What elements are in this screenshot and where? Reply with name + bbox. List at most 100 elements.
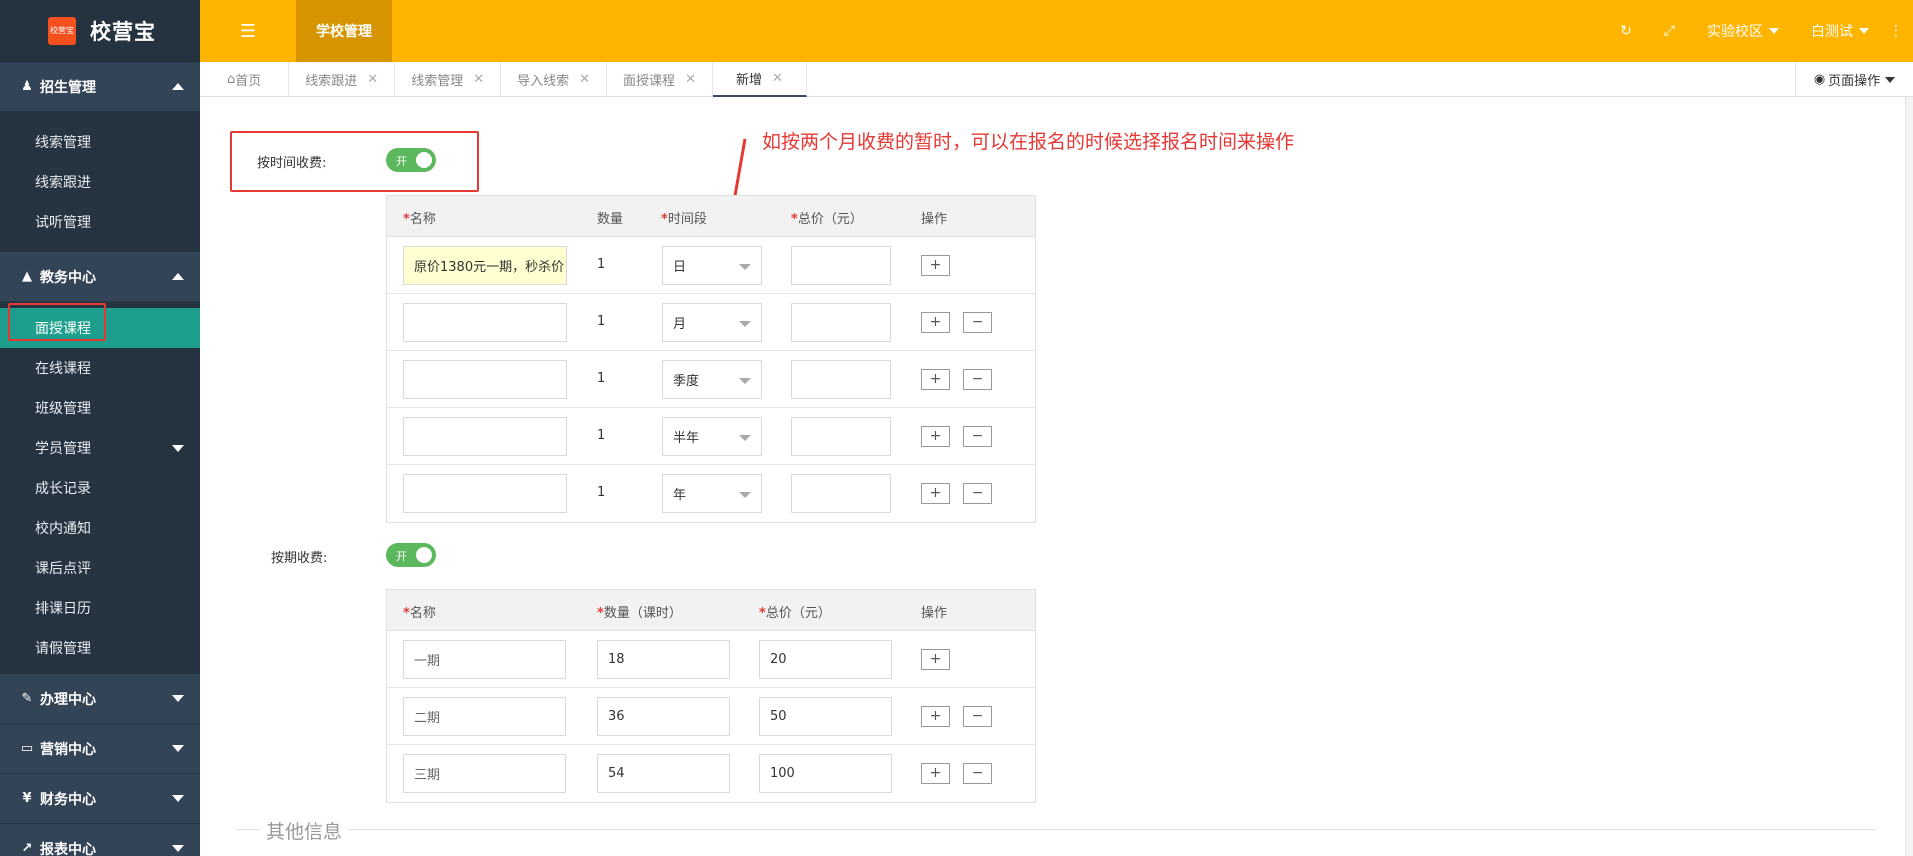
tab-home[interactable]: ⌂ 首页 xyxy=(200,62,290,97)
user-dropdown[interactable]: 白测试 xyxy=(1795,0,1885,62)
nav-group-academic[interactable]: ▲ 教务中心 xyxy=(0,252,200,302)
home-icon: ⌂ xyxy=(227,72,236,87)
close-icon[interactable]: ✕ xyxy=(685,72,696,87)
tab-new[interactable]: 新增 ✕ xyxy=(712,62,807,97)
period-select[interactable]: 年 xyxy=(662,474,762,513)
time-charge-switch[interactable]: 开 xyxy=(386,148,436,172)
header-title[interactable]: 学校管理 xyxy=(296,0,392,62)
nav-group-label: 报表中心 xyxy=(40,841,96,856)
scrollbar[interactable] xyxy=(1905,97,1913,856)
name-input[interactable] xyxy=(403,417,567,456)
page-tabs: ⌂ 首页 线索跟进 ✕ 线索管理 ✕ 导入线索 ✕ 面授课程 ✕ 新增 ✕ ◉ 页面操作 xyxy=(200,62,1913,97)
menu-toggle-button[interactable]: ☰ xyxy=(200,0,296,62)
graduation-cap-icon: ▲ xyxy=(22,269,32,284)
nav-group-label: 营销中心 xyxy=(40,741,96,758)
header-actions: ↻ ⤢ 实验校区 白测试 ⋮ xyxy=(1604,0,1913,62)
nav-sub-academic: 面授课程 在线课程 班级管理 学员管理 成长记录 校内通知 课后点评 排课日历 … xyxy=(0,302,200,674)
term-name-input[interactable]: 三期 xyxy=(403,754,566,793)
term-name-input[interactable]: 二期 xyxy=(403,697,566,736)
price-input[interactable] xyxy=(791,360,891,399)
name-input[interactable] xyxy=(403,303,567,342)
top-header: ☰ 学校管理 ↻ ⤢ 实验校区 白测试 ⋮ xyxy=(200,0,1913,62)
fullscreen-button[interactable]: ⤢ xyxy=(1648,0,1691,62)
name-input[interactable]: 原价1380元一期，秒杀价 xyxy=(403,246,567,285)
price-input[interactable]: 100 xyxy=(759,754,892,793)
period-select[interactable]: 日 xyxy=(662,246,762,285)
add-row-button[interactable]: + xyxy=(921,706,950,727)
campus-dropdown[interactable]: 实验校区 xyxy=(1691,0,1795,62)
page-operations-dropdown[interactable]: ◉ 页面操作 xyxy=(1795,62,1913,97)
price-input[interactable]: 50 xyxy=(759,697,892,736)
term-charge-label: 按期收费: xyxy=(271,551,328,566)
add-row-button[interactable]: + xyxy=(921,483,950,504)
add-row-button[interactable]: + xyxy=(921,649,950,670)
close-icon[interactable]: ✕ xyxy=(473,72,484,87)
col-ops: 操作 xyxy=(921,212,948,227)
remove-row-button[interactable]: − xyxy=(963,763,992,784)
nav-group-marketing[interactable]: ▭ 营销中心 xyxy=(0,724,200,774)
qty-value: 1 xyxy=(597,371,606,386)
name-input[interactable] xyxy=(403,360,567,399)
close-icon[interactable]: ✕ xyxy=(772,71,783,86)
sidebar-item-trial-management[interactable]: 试听管理 xyxy=(0,202,200,242)
sidebar-item-school-notice[interactable]: 校内通知 xyxy=(0,508,200,548)
remove-row-button[interactable]: − xyxy=(963,706,992,727)
hours-input[interactable]: 18 xyxy=(597,640,730,679)
sidebar-item-online-courses[interactable]: 在线课程 xyxy=(0,348,200,388)
refresh-button[interactable]: ↻ xyxy=(1604,0,1648,62)
sidebar-item-class-management[interactable]: 班级管理 xyxy=(0,388,200,428)
price-input[interactable] xyxy=(791,246,891,285)
name-input[interactable] xyxy=(403,474,567,513)
qty-value: 1 xyxy=(597,428,606,443)
remove-row-button[interactable]: − xyxy=(963,483,992,504)
sidebar-item-after-class-review[interactable]: 课后点评 xyxy=(0,548,200,588)
price-input[interactable] xyxy=(791,474,891,513)
term-charge-switch[interactable]: 开 xyxy=(386,543,436,567)
nav-group-finance[interactable]: ¥ 财务中心 xyxy=(0,774,200,824)
col-name: *名称 xyxy=(403,212,436,227)
nav-group-reports[interactable]: ↗ 报表中心 xyxy=(0,824,200,856)
brand[interactable]: 校营宝 校营宝 xyxy=(0,0,200,62)
term-name-input[interactable]: 一期 xyxy=(403,640,566,679)
sidebar-item-schedule-calendar[interactable]: 排课日历 xyxy=(0,588,200,628)
tab-import-leads[interactable]: 导入线索 ✕ xyxy=(501,62,608,97)
sidebar-item-leave-management[interactable]: 请假管理 xyxy=(0,628,200,668)
price-input[interactable] xyxy=(791,303,891,342)
add-row-button[interactable]: + xyxy=(921,426,950,447)
hours-input[interactable]: 54 xyxy=(597,754,730,793)
add-row-button[interactable]: + xyxy=(921,312,950,333)
col-qty: 数量 xyxy=(597,212,624,227)
close-icon[interactable]: ✕ xyxy=(367,72,378,87)
period-select[interactable]: 半年 xyxy=(662,417,762,456)
sidebar-item-lead-management[interactable]: 线索管理 xyxy=(0,122,200,162)
nav-group-handling[interactable]: ✎ 办理中心 xyxy=(0,674,200,724)
add-row-button[interactable]: + xyxy=(921,763,950,784)
edit-icon: ✎ xyxy=(21,691,33,706)
price-input[interactable]: 20 xyxy=(759,640,892,679)
sidebar-item-lead-followup[interactable]: 线索跟进 xyxy=(0,162,200,202)
remove-row-button[interactable]: − xyxy=(963,426,992,447)
sidebar-item-face-courses[interactable]: 面授课程 xyxy=(0,308,200,348)
sidebar-item-growth-records[interactable]: 成长记录 xyxy=(0,468,200,508)
hours-input[interactable]: 36 xyxy=(597,697,730,736)
period-select[interactable]: 月 xyxy=(662,303,762,342)
more-button[interactable]: ⋮ xyxy=(1885,0,1913,62)
target-icon: ◉ xyxy=(1813,72,1826,87)
chevron-down-icon xyxy=(172,694,184,702)
tab-lead-management[interactable]: 线索管理 ✕ xyxy=(395,62,502,97)
col-price: *总价（元） xyxy=(791,212,863,227)
sidebar-item-student-management[interactable]: 学员管理 xyxy=(0,428,200,468)
section-divider xyxy=(236,829,1876,830)
period-select[interactable]: 季度 xyxy=(662,360,762,399)
tab-face-courses[interactable]: 面授课程 ✕ xyxy=(607,62,713,97)
add-row-button[interactable]: + xyxy=(921,369,950,390)
brand-name: 校营宝 xyxy=(90,19,156,44)
price-input[interactable] xyxy=(791,417,891,456)
tab-lead-followup[interactable]: 线索跟进 ✕ xyxy=(289,62,396,97)
chevron-down-icon xyxy=(739,492,751,498)
add-row-button[interactable]: + xyxy=(921,255,950,276)
nav-group-enrollment[interactable]: ♟ 招生管理 xyxy=(0,62,200,112)
remove-row-button[interactable]: − xyxy=(963,369,992,390)
remove-row-button[interactable]: − xyxy=(963,312,992,333)
close-icon[interactable]: ✕ xyxy=(579,72,590,87)
